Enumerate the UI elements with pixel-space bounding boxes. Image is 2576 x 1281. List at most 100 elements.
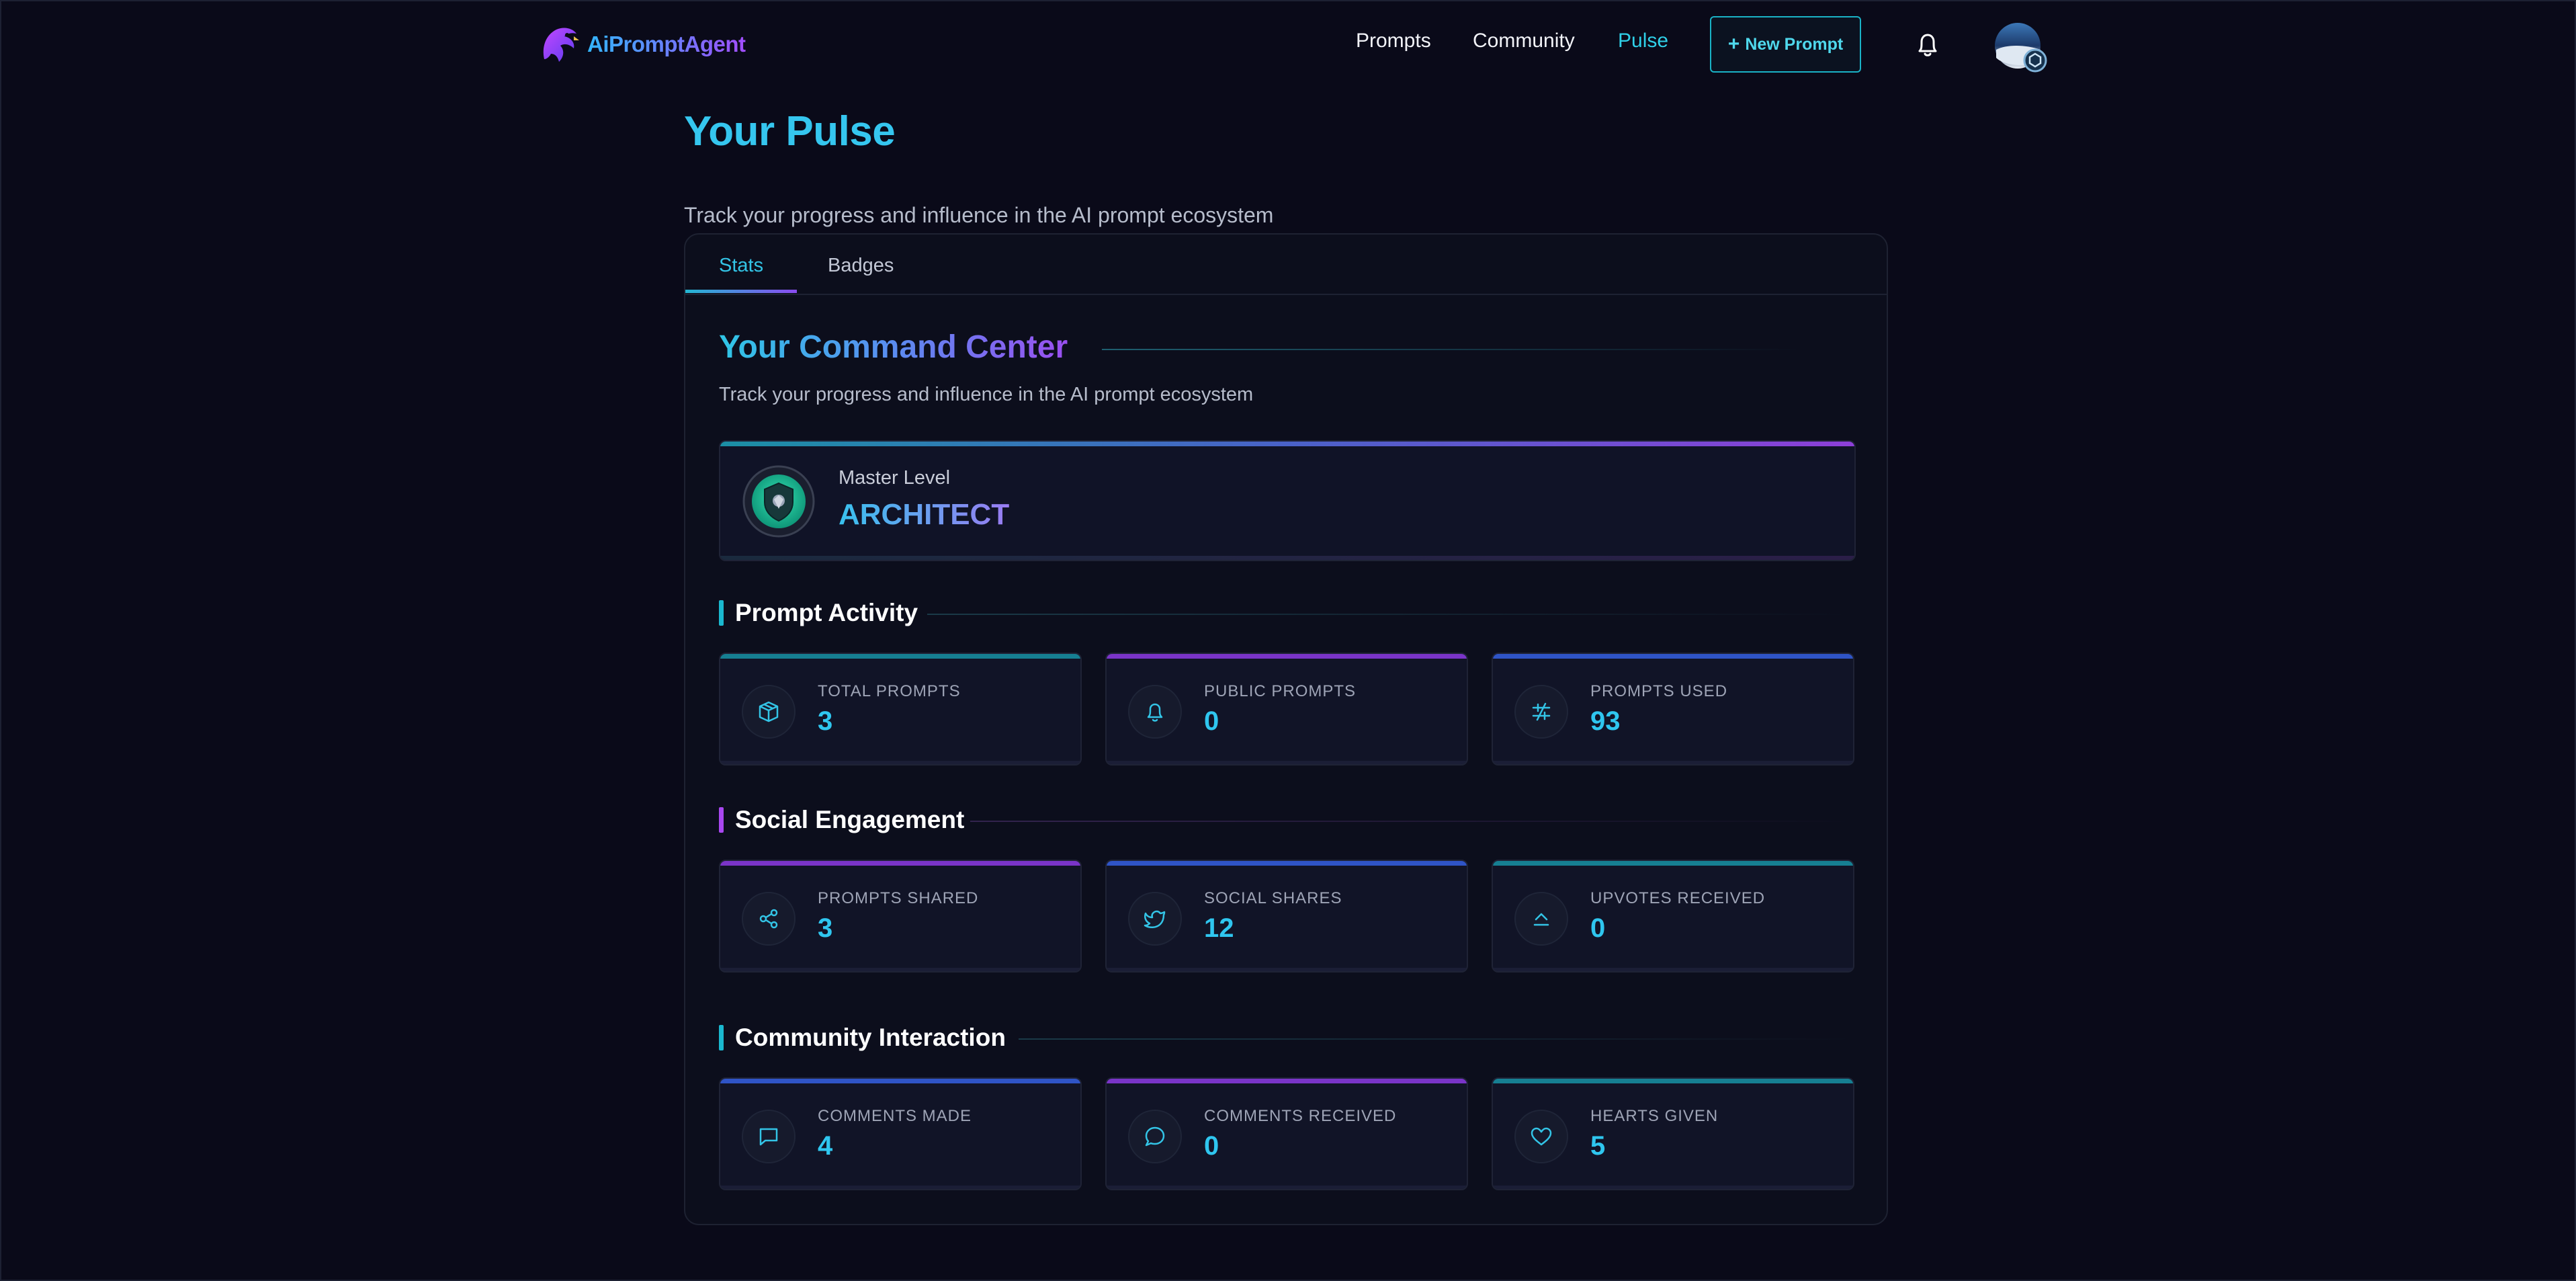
comment-icon: [759, 1128, 778, 1146]
stat-card-hearts-given: HEARTS GIVEN 5: [1492, 1077, 1854, 1190]
stat-icon-wrapper: [742, 685, 796, 739]
level-name: ARCHITECT: [839, 498, 1010, 531]
stat-icon-wrapper: [742, 1110, 796, 1163]
page-subtitle: Track your progress and influence in the…: [684, 203, 1274, 227]
active-tab-indicator: [685, 290, 797, 293]
top-navigation: AiPromptAgent Prompts Community Pulse + …: [0, 0, 2576, 89]
stat-label: UPVOTES RECEIVED: [1590, 889, 1766, 907]
stat-icon-wrapper: [742, 892, 796, 946]
section-accent-bar: [719, 807, 724, 833]
stat-icon-wrapper: [1514, 1110, 1568, 1163]
nav-link-pulse[interactable]: Pulse: [1618, 30, 1668, 52]
stat-accent-bar: [720, 1079, 1080, 1083]
stat-accent-bar: [720, 654, 1080, 659]
stat-label: COMMENTS RECEIVED: [1204, 1107, 1397, 1125]
tab-bar: Stats Badges: [685, 235, 1887, 295]
level-shield-icon: [742, 465, 815, 538]
stat-bottom-bar: [720, 1186, 1080, 1189]
nav-link-prompts[interactable]: Prompts: [1356, 30, 1431, 52]
notifications-bell-icon[interactable]: [1916, 31, 1940, 58]
stat-value: 4: [818, 1131, 833, 1161]
bell-icon: [1147, 703, 1163, 722]
stat-bottom-bar: [1107, 761, 1467, 764]
stat-card-comments-made: COMMENTS MADE 4: [719, 1077, 1082, 1190]
stat-accent-bar: [720, 861, 1080, 866]
section-accent-bar: [719, 600, 724, 626]
stat-icon-wrapper: [1128, 1110, 1182, 1163]
command-center-subtitle: Track your progress and influence in the…: [719, 384, 1254, 405]
new-prompt-button[interactable]: + New Prompt: [1710, 16, 1861, 73]
tab-badges[interactable]: Badges: [828, 255, 894, 277]
stat-label: PUBLIC PROMPTS: [1204, 682, 1357, 700]
stat-bottom-bar: [1493, 761, 1853, 764]
stat-card-comments-received: COMMENTS RECEIVED 0: [1105, 1077, 1468, 1190]
stat-card-upvotes-received: UPVOTES RECEIVED 0: [1492, 860, 1854, 973]
user-avatar[interactable]: [1992, 20, 2049, 77]
stat-accent-bar: [1493, 654, 1853, 659]
stat-accent-bar: [1107, 861, 1467, 866]
logo-text: AiPromptAgent: [587, 32, 746, 56]
cube-icon: [759, 701, 779, 722]
stat-bottom-bar: [1493, 1186, 1853, 1189]
section-title: Community Interaction: [735, 1024, 1006, 1051]
stat-value: 0: [1204, 706, 1219, 736]
section-title: Prompt Activity: [735, 599, 918, 626]
stat-bottom-bar: [720, 968, 1080, 971]
stat-card-prompts-used: PROMPTS USED 93: [1492, 653, 1854, 766]
stat-card-prompts-shared: PROMPTS SHARED 3: [719, 860, 1082, 973]
tab-stats[interactable]: Stats: [719, 255, 763, 277]
section-prompt-activity: Prompt Activity: [719, 599, 1856, 628]
nav-link-community[interactable]: Community: [1473, 30, 1575, 52]
new-prompt-label: New Prompt: [1745, 34, 1844, 54]
section-title: Social Engagement: [735, 806, 965, 833]
stat-value: 0: [1590, 913, 1606, 943]
stat-label: TOTAL PROMPTS: [818, 682, 961, 700]
stat-value: 0: [1204, 1131, 1219, 1161]
stat-bottom-bar: [1107, 968, 1467, 971]
stat-icon-wrapper: [1514, 892, 1568, 946]
logo[interactable]: AiPromptAgent: [535, 19, 746, 70]
stat-accent-bar: [1493, 861, 1853, 866]
section-community-interaction: Community Interaction: [719, 1024, 1856, 1053]
comment-round-icon: [1145, 1126, 1165, 1147]
stat-bottom-bar: [720, 761, 1080, 764]
stat-value: 12: [1204, 913, 1234, 943]
stat-icon-wrapper: [1128, 892, 1182, 946]
pulse-card: Stats Badges Your Command Center Track y…: [684, 233, 1888, 1225]
stat-icon-wrapper: [1514, 685, 1568, 739]
stat-label: HEARTS GIVEN: [1590, 1107, 1719, 1125]
section-social-engagement: Social Engagement: [719, 806, 1856, 835]
stat-bottom-bar: [1493, 968, 1853, 971]
stat-label: SOCIAL SHARES: [1204, 889, 1342, 907]
stat-value: 93: [1590, 706, 1621, 736]
stat-card-social-shares: SOCIAL SHARES 12: [1105, 860, 1468, 973]
sliders-icon: [1532, 702, 1551, 721]
section-divider: [970, 821, 1856, 822]
stat-accent-bar: [1107, 654, 1467, 659]
page-title: Your Pulse: [684, 108, 896, 155]
section-divider: [1019, 1038, 1856, 1040]
stat-card-public-prompts: PUBLIC PROMPTS 0: [1105, 653, 1468, 766]
upvote-icon: [1533, 913, 1549, 926]
plus-icon: +: [1727, 33, 1740, 55]
stat-accent-bar: [1493, 1079, 1853, 1083]
stat-accent-bar: [1107, 1079, 1467, 1083]
section-divider: [927, 614, 1856, 615]
stat-value: 3: [818, 913, 833, 943]
stat-label: COMMENTS MADE: [818, 1107, 972, 1125]
master-level-card: Master Level ARCHITECT: [719, 440, 1856, 561]
stat-label: PROMPTS USED: [1590, 682, 1728, 700]
level-label: Master Level: [839, 467, 951, 489]
eagle-logo-icon: [543, 28, 579, 62]
title-divider: [1102, 349, 1801, 350]
command-center-title: Your Command Center: [719, 329, 1068, 365]
stat-label: PROMPTS SHARED: [818, 889, 979, 907]
stat-value: 3: [818, 706, 833, 736]
twitter-icon: [1144, 910, 1166, 928]
section-accent-bar: [719, 1025, 724, 1050]
share-icon: [759, 909, 778, 929]
stat-value: 5: [1590, 1131, 1606, 1161]
stat-icon-wrapper: [1128, 685, 1182, 739]
stat-bottom-bar: [1107, 1186, 1467, 1189]
stat-card-total-prompts: TOTAL PROMPTS 3: [719, 653, 1082, 766]
